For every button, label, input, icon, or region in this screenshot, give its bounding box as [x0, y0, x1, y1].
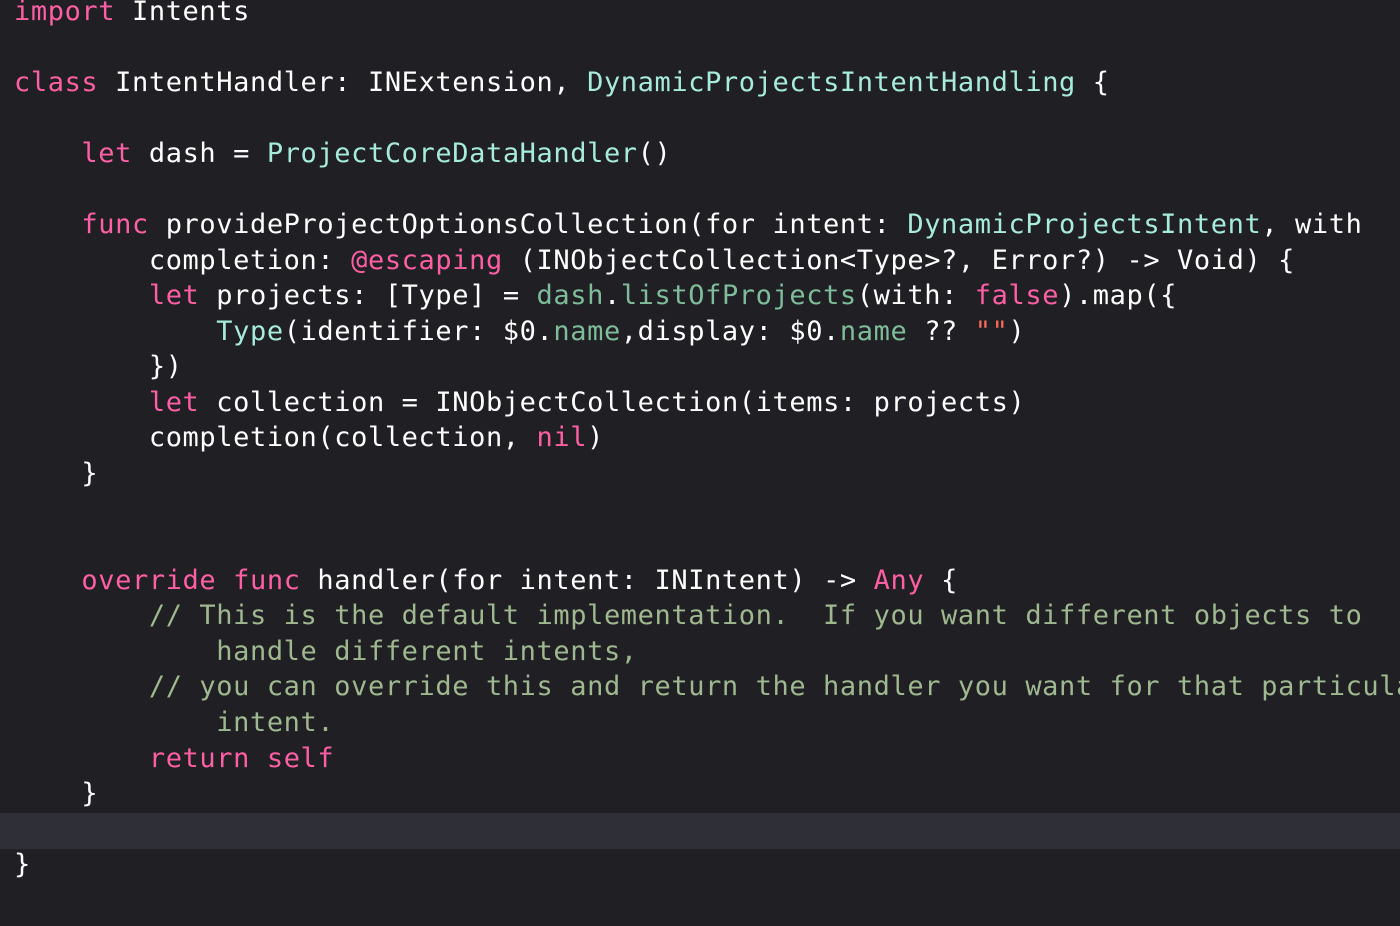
- code-token: dash: [536, 280, 604, 311]
- code-line[interactable]: handle different intents,: [14, 634, 638, 670]
- code-token: {: [1075, 67, 1110, 98]
- code-token: let: [148, 280, 200, 311]
- code-token: name: [839, 316, 908, 347]
- code-token: func: [81, 209, 149, 240]
- code-token: name: [553, 316, 621, 347]
- code-line[interactable]: }: [14, 456, 98, 492]
- code-token: ): [587, 422, 604, 453]
- code-token: // This is the default implementation. I…: [148, 600, 1363, 631]
- code-token: provideProjectOptionsCollection(for inte…: [148, 209, 908, 240]
- code-token: Intents: [115, 0, 250, 27]
- code-token: Type: [216, 316, 284, 347]
- code-token: }: [14, 458, 99, 489]
- code-line[interactable]: override func handler(for intent: INInte…: [14, 563, 958, 599]
- code-token: "": [974, 316, 1009, 347]
- code-token: Any: [873, 565, 925, 596]
- code-token: nil: [536, 422, 588, 453]
- code-line[interactable]: func provideProjectOptionsCollection(for…: [14, 207, 1362, 243]
- code-line[interactable]: completion(collection, nil): [14, 420, 604, 456]
- code-line[interactable]: let collection = INObjectCollection(item…: [14, 385, 1025, 421]
- code-token: self: [266, 743, 335, 774]
- code-token: (): [637, 138, 672, 169]
- code-token: IntentHandler: INExtension,: [98, 67, 588, 98]
- code-line[interactable]: completion: @escaping (INObjectCollectio…: [14, 243, 1295, 279]
- code-token: handler(for intent: INIntent) ->: [300, 565, 874, 596]
- code-token: return: [148, 743, 250, 774]
- code-token: completion(collection,: [14, 422, 537, 453]
- code-line[interactable]: }: [14, 847, 31, 883]
- code-token: let: [81, 138, 132, 169]
- code-line[interactable]: let dash = ProjectCoreDataHandler(): [14, 136, 671, 172]
- code-token: override: [81, 565, 217, 596]
- code-token: DynamicProjectsIntentHandling: [587, 67, 1076, 98]
- code-token: completion:: [14, 245, 352, 276]
- code-editor[interactable]: import Intents class IntentHandler: INExt…: [0, 0, 1400, 926]
- code-token: intent.: [216, 707, 335, 738]
- code-line[interactable]: let projects: [Type] = dash.listOfProjec…: [14, 278, 1177, 314]
- code-token: projects: [Type] =: [199, 280, 537, 311]
- code-line[interactable]: Type(identifier: $0.name,display: $0.nam…: [14, 314, 1025, 350]
- code-token: ProjectCoreDataHandler: [266, 138, 638, 169]
- code-token: ).map({: [1059, 280, 1178, 311]
- code-token: @escaping: [351, 245, 503, 276]
- code-line[interactable]: return self: [14, 741, 334, 777]
- code-token: listOfProjects: [620, 280, 857, 311]
- code-token: ??: [907, 316, 975, 347]
- code-token: DynamicProjectsIntent: [907, 209, 1262, 240]
- code-token: ,display: $0.: [620, 316, 840, 347]
- code-line[interactable]: intent.: [14, 705, 334, 741]
- current-line-highlight: [0, 813, 1400, 849]
- code-token: handle different intents,: [216, 636, 638, 667]
- code-token: false: [974, 280, 1060, 311]
- code-token: let: [148, 387, 200, 418]
- code-line[interactable]: // you can override this and return the …: [14, 669, 1400, 705]
- code-token: (identifier: $0.: [283, 316, 554, 347]
- code-line[interactable]: }): [14, 349, 183, 385]
- code-token: {: [924, 565, 958, 596]
- code-token: func: [233, 565, 301, 596]
- code-line[interactable]: import Intents: [14, 0, 250, 30]
- code-token: }: [14, 849, 31, 880]
- code-line[interactable]: }: [14, 776, 98, 812]
- code-token: dash =: [132, 138, 267, 169]
- code-token: }): [14, 351, 183, 382]
- code-line[interactable]: // This is the default implementation. I…: [14, 598, 1362, 634]
- code-token: (INObjectCollection<Type>?, Error?) -> V…: [502, 245, 1296, 276]
- code-token: .: [603, 280, 621, 311]
- code-token: class: [14, 67, 99, 98]
- code-token: , with: [1261, 209, 1363, 240]
- code-line[interactable]: class IntentHandler: INExtension, Dynami…: [14, 65, 1110, 101]
- code-token: (with:: [856, 280, 975, 311]
- code-token: }: [14, 778, 99, 809]
- code-token: import: [14, 0, 116, 27]
- code-token: collection = INObjectCollection(items: p…: [199, 387, 1026, 418]
- code-token: ): [1008, 316, 1026, 347]
- code-token: // you can override this and return the …: [148, 671, 1400, 702]
